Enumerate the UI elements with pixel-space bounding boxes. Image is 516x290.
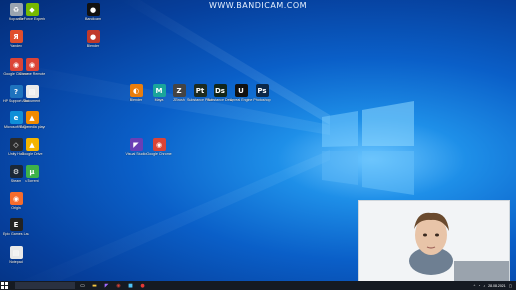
app-taskbar-icon[interactable]: ■ [126, 281, 135, 290]
visual-studio-icon: ◤ [129, 138, 143, 151]
desktop-icon[interactable]: Я Yandex [3, 30, 29, 48]
desktop-icon[interactable]: ▲ VLC media player [19, 111, 45, 129]
desktop-icon[interactable]: ◉ Google Chrome [146, 138, 172, 156]
desktop-icon[interactable]: ● Bandicam [80, 3, 106, 21]
network-icon[interactable]: ◔ [478, 284, 480, 288]
geforce-icon: ◆ [25, 3, 39, 16]
desktop-icon[interactable]: ◉ Origin [3, 192, 29, 210]
desktop-icon[interactable]: Ps Photoshop [249, 84, 275, 102]
taskbar-search-box[interactable] [15, 282, 75, 289]
explorer-icon[interactable]: ▬ [90, 281, 99, 290]
task-view-icon[interactable]: ▭ [78, 281, 87, 290]
desktop-icon-label: GeForce Experience [19, 17, 45, 21]
desktop-icon[interactable]: ▤ Document [19, 85, 45, 103]
windows-start-icon [1, 282, 8, 289]
desktop-icon-label: Yandex [10, 44, 22, 48]
notification-icon[interactable]: ▢ [509, 284, 512, 288]
desktop-icon[interactable]: µ uTorrent [19, 165, 45, 183]
webcam-person-image [359, 201, 509, 283]
desktop-icon[interactable]: EEpic Games Launcher [3, 218, 29, 236]
clock[interactable]: 28.08.2021 [488, 284, 506, 288]
blender-icon: ◐ [129, 84, 143, 97]
system-tray: ^ ◔ ♪ 28.08.2021 ▢ [471, 284, 516, 288]
notepad-icon: ▤ [9, 246, 23, 259]
unreal-icon: U [234, 84, 248, 97]
windows-logo [322, 101, 414, 195]
bandicam-watermark: WWW.BANDICAM.COM [208, 1, 308, 10]
maya-icon: M [152, 84, 166, 97]
desktop-icon[interactable]: ● Blender [80, 30, 106, 48]
chrome-icon: ◉ [25, 58, 39, 71]
origin-icon: ◉ [9, 192, 23, 205]
desktop-icon-label: Bandicam [85, 17, 101, 21]
desktop-icon-label: Photoshop [253, 98, 271, 102]
painter-icon: Pt [193, 84, 207, 97]
photoshop-icon: Ps [255, 84, 269, 97]
taskbar: ▭ ▬ ◤ ◉ ■ ● ^ ◔ ♪ 28.08.2021 ▢ [0, 281, 516, 290]
desktop-icon-label: uTorrent [25, 179, 39, 183]
chrome-icon: ◉ [152, 138, 166, 151]
desktop-icon-label: Google Drive [21, 152, 43, 156]
vlc-icon: ▲ [25, 111, 39, 124]
desktop-icon[interactable]: ▲ Google Drive [19, 138, 45, 156]
desktop-icon-label: Epic Games Launcher [3, 232, 29, 236]
desktop-icon-label: Document [23, 99, 41, 103]
desktop-icon-label: VLC media player [19, 125, 45, 129]
drive-icon: ▲ [25, 138, 39, 151]
document-icon: ▤ [25, 85, 39, 98]
desktop-icon[interactable]: ▤ Notepad [3, 246, 29, 264]
desktop-icon-label: Notepad [9, 260, 23, 264]
chevron-up-icon[interactable]: ^ [474, 284, 476, 288]
webcam-overlay [358, 200, 510, 284]
chrome-taskbar-icon[interactable]: ◉ [114, 281, 123, 290]
desktop-icon[interactable]: ◉ Chrome Remote [19, 58, 45, 76]
bandicam-taskbar-icon[interactable]: ● [138, 281, 147, 290]
desktop-icon-label: Chrome Remote [19, 72, 45, 76]
zbrush-icon: Z [172, 84, 186, 97]
desktop-icon-label: Google Chrome [146, 152, 172, 156]
bandicam-icon: ● [86, 3, 100, 16]
blender-icon: ● [86, 30, 100, 43]
desktop-icon-label: Origin [11, 206, 21, 210]
visual-studio-taskbar-icon[interactable]: ◤ [102, 281, 111, 290]
start-button[interactable] [0, 281, 9, 290]
desktop-icon-label: Blender [86, 44, 100, 48]
yandex-icon: Я [9, 30, 23, 43]
epic-icon: E [9, 218, 23, 231]
desktop-icon[interactable]: ◆GeForce Experience [19, 3, 45, 21]
volume-icon[interactable]: ♪ [483, 284, 485, 288]
designer-icon: Ds [213, 84, 227, 97]
utorrent-icon: µ [25, 165, 39, 178]
